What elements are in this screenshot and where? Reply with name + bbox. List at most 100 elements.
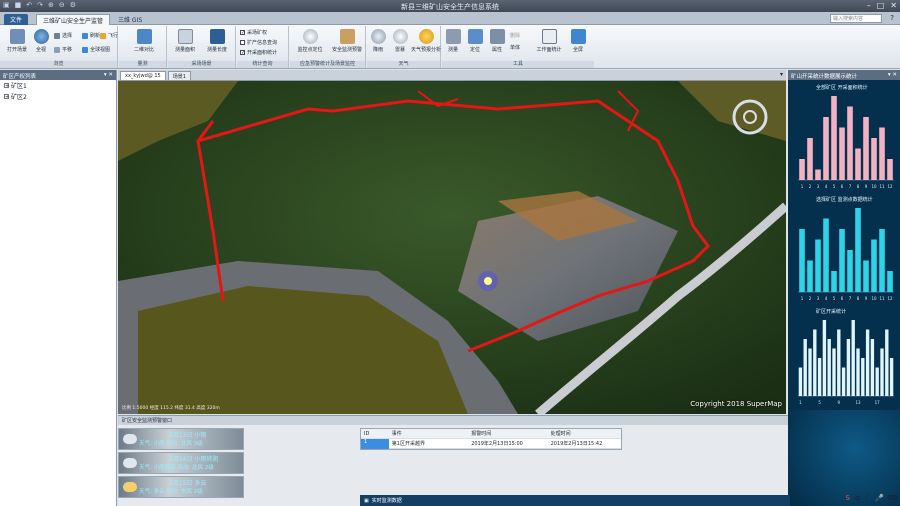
chart-bar [871, 239, 877, 292]
chart-tick-label: 4 [825, 184, 828, 189]
weather-card-3[interactable]: 2月15日 多云 天气: 多云 风向: 东风 2级 [118, 476, 244, 498]
2d-compare-button[interactable]: 二维对比 [127, 29, 161, 53]
title-bar: ▣ ■ ↶ ↷ ⊕ ⊖ ⚙ 新县三维矿山安全生产信息系统 – □ ✕ [0, 0, 900, 12]
chart-bar [865, 329, 870, 396]
mine-rights-checkbox[interactable]: ✓ 采场矿权 [240, 29, 267, 36]
ribbon-group-query: ✓ 采场矿权 扩产信息查询 ✓ 开采面积统计 统计查询 [237, 26, 289, 68]
chart-bar [815, 169, 821, 180]
expand-icon[interactable]: + [4, 83, 9, 89]
chart-tick-label: 8 [857, 184, 860, 189]
minimize-icon[interactable]: – [867, 1, 871, 10]
survey-area-button[interactable]: 测量面积 [170, 29, 200, 53]
doc-tab-scene[interactable]: xx_kyjwd@ 15 [120, 71, 166, 80]
keyboard-icon[interactable]: ⌨ [888, 494, 898, 504]
right-panel: 矿山开采统计数据展示统计 ▾ ✕ 全部矿区 开采面积统计 1 2 3 4 5 6 7 8 9 10 1… [788, 70, 900, 506]
pan-button[interactable]: 平移 [54, 46, 72, 53]
chart-bar [823, 117, 829, 180]
chart-tick-label: 1 [799, 400, 802, 405]
locate-button[interactable]: 定位 [464, 29, 486, 53]
ime-icon[interactable]: S [845, 494, 849, 504]
chart-bar [863, 117, 869, 180]
single-button[interactable]: 单体 [510, 44, 520, 51]
chart-tick-label: 5 [833, 184, 836, 189]
maximize-icon[interactable]: □ [877, 1, 885, 10]
open-scene-icon [9, 29, 25, 44]
mining-area-checkbox[interactable]: ✓ 开采面积统计 [240, 49, 277, 56]
chart-bar [822, 320, 827, 396]
chart-tick-label: 5 [833, 296, 836, 301]
chart-bar [887, 159, 893, 180]
chart-bar [861, 358, 865, 396]
chart-bar [870, 339, 875, 396]
view3d-button[interactable]: 视图 [100, 46, 110, 53]
alarm-table: ID 事件 报警时间 处理时间 1 第1区开采越界 2019年2月13日15:0… [360, 428, 622, 450]
tree-item-mine2[interactable]: + 矿区2 [0, 91, 116, 102]
chart-bar [803, 339, 807, 396]
dropdown-icon[interactable]: ▾ [780, 71, 783, 78]
chart-tick-label: 3 [817, 184, 820, 189]
close-icon[interactable]: ✕ [890, 1, 897, 10]
refresh-icon [82, 32, 88, 39]
table-row[interactable]: 1 第1区开采越界 2019年2月13日15:00 2019年2月13日15:4… [361, 438, 621, 449]
group-label-browse: 浏览 [0, 61, 117, 68]
bottom-panel: 矿区安全监测预警窗口 2月13日 小雨 天气: 小雨 风向: 北风 3级 2月1… [118, 415, 790, 506]
rain-button[interactable]: 降雨 [367, 29, 389, 53]
status-icon: ▣ [364, 497, 369, 504]
ribbon-group-weather: 降雨 雷暴 天气预报分析 天气 [367, 26, 441, 68]
pin-icon[interactable]: ▾ ✕ [104, 72, 113, 78]
chart-bar [846, 339, 851, 396]
cursor-icon [54, 32, 60, 39]
chart-title-2: 选择矿区 监测点数据统计 [816, 197, 873, 203]
map-view: xx_kyjwd@ 15 场景1 ▾ Copyright 2018 SuperM… [118, 70, 786, 414]
chart-bar [807, 260, 813, 292]
group-label-weather: 天气 [367, 61, 440, 68]
full-view-button[interactable]: 全视 [26, 29, 56, 53]
doc-tab-scene1[interactable]: 场景1 [167, 71, 191, 80]
left-panel: 矿区产权列表 ▾ ✕ + 矿区1 + 矿区2 [0, 70, 117, 506]
fullscreen-icon [570, 29, 586, 44]
work-stats-button[interactable]: 工作面统计 [534, 29, 564, 53]
bar-chart-monitor: 1 2 3 4 5 6 7 8 9 10 11 12 [798, 208, 894, 301]
microphone-icon[interactable]: 🎤 [875, 494, 884, 504]
weather-card-2[interactable]: 2月14日 小雨转阴 天气: 小雨转阴 风向: 北风 2级 [118, 452, 244, 474]
attribute-button[interactable]: 属性 [486, 29, 508, 53]
chart-bar [799, 229, 805, 292]
tab-3d-gis[interactable]: 三维 GIS [112, 14, 148, 25]
tab-mine-safety[interactable]: 三维矿山安全生产监管 [36, 14, 111, 25]
3d-scene[interactable]: Copyright 2018 SuperMap 比例 1:5000 经度 115… [118, 81, 786, 414]
fly-button[interactable]: 飞行 [100, 32, 118, 39]
globe-button[interactable]: 全球 [82, 46, 100, 53]
storm-button[interactable]: 雷暴 [389, 29, 411, 53]
select-button[interactable]: 选择 [54, 32, 72, 39]
chart-bar [823, 218, 829, 292]
ime-mode-icon[interactable]: 中 [854, 494, 861, 504]
fullscreen-button[interactable]: 全屏 [566, 29, 590, 53]
chart-tick-label: 4 [825, 296, 828, 301]
measure-button[interactable]: 测量 [442, 29, 464, 53]
table-icon [541, 29, 557, 44]
expand-icon[interactable]: + [4, 94, 9, 100]
chart-monitor-stats: 选择矿区 监测点数据统计 1 2 3 4 5 6 7 8 9 10 11 12 [790, 194, 898, 302]
pin-icon[interactable]: ▾ ✕ [888, 72, 897, 78]
refresh-button[interactable]: 刷新 [82, 32, 100, 39]
table-header: ID 事件 报警时间 处理时间 [361, 429, 621, 439]
chart-tick-label: 10 [871, 184, 877, 189]
weather-forecast-button[interactable]: 天气预报分析 [411, 29, 441, 53]
help-icon[interactable]: ? [890, 14, 894, 22]
sun-cloud-icon [418, 29, 434, 44]
chart-bar [879, 127, 885, 180]
tab-file[interactable]: 文件 [4, 14, 29, 25]
search-input[interactable]: 输入搜索内容 [830, 14, 882, 23]
chart-bar [839, 229, 845, 292]
safety-monitor-button[interactable]: 安全监测预警 [330, 29, 364, 53]
delete-button[interactable]: 删除 [510, 32, 520, 39]
tree-item-mine1[interactable]: + 矿区1 [0, 80, 116, 91]
rain-cloud-icon [370, 29, 386, 44]
monitor-locate-button[interactable]: 监控点定位 [294, 29, 326, 53]
moon-icon[interactable]: ☾ [865, 494, 871, 504]
camera-icon [209, 29, 225, 44]
expansion-query-checkbox[interactable]: 扩产信息查询 [240, 39, 277, 46]
weather-card-1[interactable]: 2月13日 小雨 天气: 小雨 风向: 北风 3级 [118, 428, 244, 450]
compare-icon [136, 29, 152, 44]
survey-length-button[interactable]: 测量长度 [202, 29, 232, 53]
